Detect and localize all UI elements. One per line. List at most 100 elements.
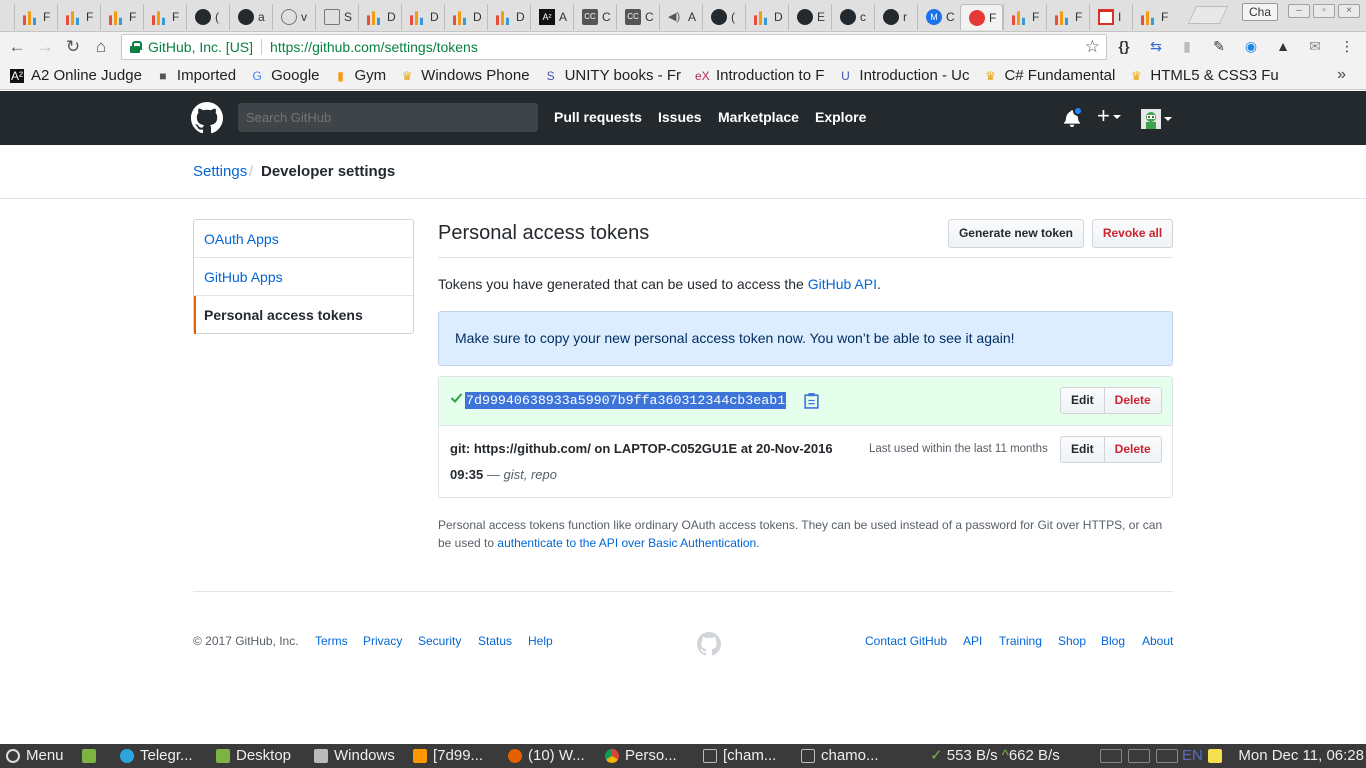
browser-tab[interactable]: F — [960, 4, 1003, 30]
browser-tab[interactable]: F — [143, 4, 186, 30]
breadcrumb-settings-link[interactable]: Settings — [193, 163, 247, 180]
edit-token-button[interactable]: Edit — [1060, 436, 1105, 463]
browser-tab[interactable]: E — [788, 4, 831, 30]
footer-link-training[interactable]: Training — [999, 634, 1042, 648]
browser-tab[interactable]: F — [100, 4, 143, 30]
github-search-input[interactable] — [238, 103, 538, 132]
browser-tab[interactable]: F — [57, 4, 100, 30]
browser-tab[interactable]: F — [1046, 4, 1089, 30]
user-menu-dropdown[interactable] — [1141, 109, 1172, 129]
browser-tab[interactable]: ( — [186, 4, 229, 30]
translate-extension-icon[interactable]: ⇆ — [1147, 38, 1165, 55]
close-window-button[interactable]: × — [1338, 4, 1360, 18]
profile-button[interactable]: Cha — [1242, 3, 1279, 21]
github-logo-icon[interactable] — [191, 102, 223, 134]
menu-item-personal-access-tokens[interactable]: Personal access tokens — [194, 296, 413, 334]
browser-tab[interactable]: F — [14, 4, 57, 30]
bookmark-star-icon[interactable]: ☆ — [1085, 37, 1100, 57]
start-menu-button[interactable]: Menu — [6, 747, 64, 765]
eye-extension-icon[interactable]: ◉ — [1242, 38, 1260, 55]
footer-link-blog[interactable]: Blog — [1101, 634, 1125, 648]
footer-link-terms[interactable]: Terms — [315, 634, 348, 648]
create-new-dropdown[interactable]: + — [1097, 103, 1121, 129]
browser-tab[interactable]: v — [272, 4, 315, 30]
revoke-all-button[interactable]: Revoke all — [1092, 219, 1173, 248]
menu-item-github-apps[interactable]: GitHub Apps — [194, 258, 413, 296]
workspace-switcher[interactable] — [1100, 747, 1184, 765]
token-value[interactable]: 7d99940638933a59907b9ffa360312344cb3eab1 — [465, 392, 787, 409]
bookmark-item[interactable]: G Google — [250, 67, 319, 84]
notes-applet[interactable] — [1208, 747, 1228, 765]
browser-tab[interactable]: F — [1003, 4, 1046, 30]
footer-link-contact[interactable]: Contact GitHub — [865, 634, 947, 648]
keyboard-layout-indicator[interactable]: EN — [1182, 747, 1203, 765]
browser-tab[interactable]: D — [745, 4, 788, 30]
home-icon[interactable]: ⌂ — [90, 37, 112, 59]
footer-link-help[interactable]: Help — [528, 634, 553, 648]
nav-marketplace[interactable]: Marketplace — [718, 109, 799, 125]
address-bar[interactable]: GitHub, Inc. [US] https://github.com/set… — [121, 34, 1107, 60]
forward-icon[interactable]: → — [34, 37, 56, 59]
bookmark-item[interactable]: ♛ Windows Phone — [400, 67, 530, 84]
github-mark-icon[interactable] — [697, 632, 721, 656]
maximize-button[interactable]: ▫ — [1313, 4, 1335, 18]
taskbar-item-windows[interactable]: Windows — [314, 747, 395, 765]
minimize-button[interactable]: – — [1288, 4, 1310, 18]
browser-tab[interactable]: D — [487, 4, 530, 30]
back-icon[interactable]: ← — [6, 37, 28, 59]
evernote-extension-icon[interactable]: ✎ — [1210, 38, 1228, 55]
footer-link-privacy[interactable]: Privacy — [363, 634, 402, 648]
browser-tab[interactable]: D — [444, 4, 487, 30]
browser-tab[interactable]: A² A — [530, 4, 573, 30]
edit-token-button[interactable]: Edit — [1060, 387, 1105, 414]
taskbar-item-terminal-2[interactable]: chamo... — [801, 747, 879, 765]
basic-auth-link[interactable]: authenticate to the API over Basic Authe… — [497, 536, 756, 550]
nav-pull-requests[interactable]: Pull requests — [554, 109, 642, 125]
browser-tab[interactable]: CC C — [573, 4, 616, 30]
show-desktop-icon[interactable] — [82, 747, 102, 765]
browser-tab[interactable]: MC — [917, 4, 960, 30]
clipboard-copy-icon[interactable] — [804, 392, 819, 409]
browser-tab[interactable]: ( — [702, 4, 745, 30]
menu-dots-icon[interactable]: ⋮ — [1338, 38, 1356, 55]
taskbar-item-terminal-1[interactable]: [cham... — [703, 747, 776, 765]
taskbar-item-desktop[interactable]: Desktop — [216, 747, 291, 765]
delete-token-button[interactable]: Delete — [1104, 387, 1162, 414]
browser-tab[interactable]: CC C — [616, 4, 659, 30]
bookmark-item[interactable]: S UNITY books - Fr — [544, 67, 681, 84]
taskbar-item-firefox[interactable]: (10) W... — [508, 747, 585, 765]
new-tab-button[interactable] — [1187, 6, 1229, 24]
bookmark-item[interactable]: ♛ HTML5 & CSS3 Fu — [1129, 67, 1279, 84]
footer-link-shop[interactable]: Shop — [1058, 634, 1086, 648]
browser-tab[interactable]: D — [401, 4, 444, 30]
github-api-link[interactable]: GitHub API — [808, 276, 877, 292]
taskbar-item-chrome[interactable]: Perso... — [605, 747, 677, 765]
mail-extension-icon[interactable]: ✉ — [1306, 38, 1324, 55]
taskbar-clock[interactable]: Mon Dec 11, 06:28 — [1238, 747, 1364, 764]
browser-tab[interactable]: S — [315, 4, 358, 30]
json-extension-icon[interactable]: {} — [1115, 38, 1133, 54]
delete-token-button[interactable]: Delete — [1104, 436, 1162, 463]
browser-tab[interactable]: F — [1132, 4, 1175, 30]
nav-issues[interactable]: Issues — [658, 109, 702, 125]
bookmark-item[interactable]: ▮ Gym — [334, 67, 386, 84]
taskbar-item-telegram[interactable]: Telegr... — [120, 747, 193, 765]
footer-link-security[interactable]: Security — [418, 634, 461, 648]
menu-item-oauth-apps[interactable]: OAuth Apps — [194, 220, 413, 258]
browser-tab[interactable]: r — [874, 4, 917, 30]
bookmarks-overflow-icon[interactable]: » — [1337, 66, 1346, 84]
browser-tab[interactable]: I — [1089, 4, 1132, 30]
bookmark-item[interactable]: eX Introduction to F — [695, 67, 824, 84]
browser-tab[interactable]: ◀) A — [659, 4, 702, 30]
nav-explore[interactable]: Explore — [815, 109, 866, 125]
bookmark-item[interactable]: ♛ C# Fundamental — [983, 67, 1115, 84]
notifications-bell-icon[interactable] — [1064, 106, 1083, 127]
browser-tab[interactable]: D — [358, 4, 401, 30]
taskbar-item-sublime[interactable]: [7d99... — [413, 747, 483, 765]
footer-link-api[interactable]: API — [963, 634, 982, 648]
url-text[interactable]: https://github.com/settings/tokens — [270, 39, 478, 55]
bookmark-item[interactable]: ■ Imported — [156, 67, 236, 84]
footer-link-about[interactable]: About — [1142, 634, 1173, 648]
graduation-extension-icon[interactable]: ▲ — [1274, 38, 1292, 54]
reload-icon[interactable]: ↻ — [62, 37, 84, 59]
